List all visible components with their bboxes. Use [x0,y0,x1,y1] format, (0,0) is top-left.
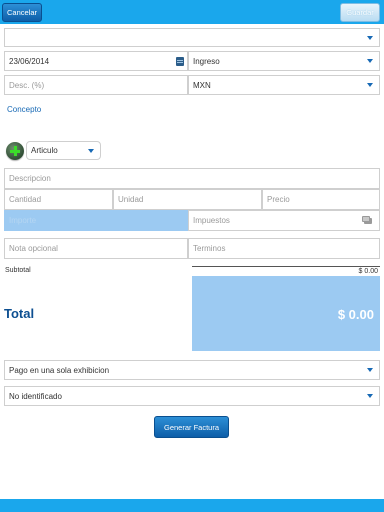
subtotal-label: Subtotal [5,267,31,274]
save-button[interactable]: Guardar [340,3,380,22]
payment-method-value: Pago en una sola exhibicion [9,365,110,375]
taxes-field[interactable]: Impuestos [188,210,380,231]
payment-method-select[interactable]: Pago en una sola exhibicion [4,360,380,380]
chevron-down-icon [88,148,94,153]
type-value: Ingreso [193,56,220,66]
chevron-down-icon [367,394,373,398]
discount-field[interactable]: Desc. (%) [4,75,188,95]
quantity-placeholder: Cantidad [9,195,42,204]
quantity-field[interactable]: Cantidad [4,189,113,210]
item-type-select[interactable]: Articulo [26,141,101,160]
chevron-down-icon [367,59,373,63]
chevron-down-icon [367,83,373,87]
payment-account-select[interactable]: No identificado [4,386,380,406]
chevron-down-icon [367,368,373,372]
chevron-down-icon [367,35,373,40]
terms-placeholder: Terminos [193,244,226,253]
note-field[interactable]: Nota opcional [4,238,188,259]
description-field[interactable]: Descripcion [4,168,380,189]
note-placeholder: Nota opcional [9,244,58,253]
concept-label: Concepto [7,105,42,114]
currency-value: MXN [193,80,211,90]
calendar-icon[interactable] [176,57,184,66]
add-item-button[interactable] [6,142,24,160]
date-value: 23/06/2014 [9,56,50,66]
item-type-value: Articulo [31,146,58,155]
unit-field[interactable]: Unidad [113,189,262,210]
price-placeholder: Precio [267,195,290,204]
total-value: $ 0.00 [337,307,374,322]
cancel-button[interactable]: Cancelar [2,3,42,22]
currency-select[interactable]: MXN [188,75,380,95]
top-toolbar: Cancelar Guardar [0,0,384,24]
description-placeholder: Descripcion [9,174,51,183]
subtotal-divider [192,266,380,267]
payment-account-value: No identificado [9,391,62,401]
bottom-bar [0,499,384,512]
total-panel: $ 0.00 [192,276,380,351]
amount-field: Importe [4,210,188,231]
client-select[interactable] [4,28,380,47]
price-field[interactable]: Precio [262,189,380,210]
terms-field[interactable]: Terminos [188,238,380,259]
amount-placeholder: Importe [9,216,37,225]
taxes-placeholder: Impuestos [193,216,230,225]
date-field[interactable]: 23/06/2014 [4,51,188,71]
subtotal-value: $ 0.00 [358,268,378,275]
type-select[interactable]: Ingreso [188,51,380,71]
unit-placeholder: Unidad [118,195,144,204]
generate-invoice-button[interactable]: Generar Factura [154,416,229,438]
discount-placeholder: Desc. (%) [9,80,45,90]
taxes-icon[interactable] [362,216,372,224]
total-label: Total [4,306,35,321]
